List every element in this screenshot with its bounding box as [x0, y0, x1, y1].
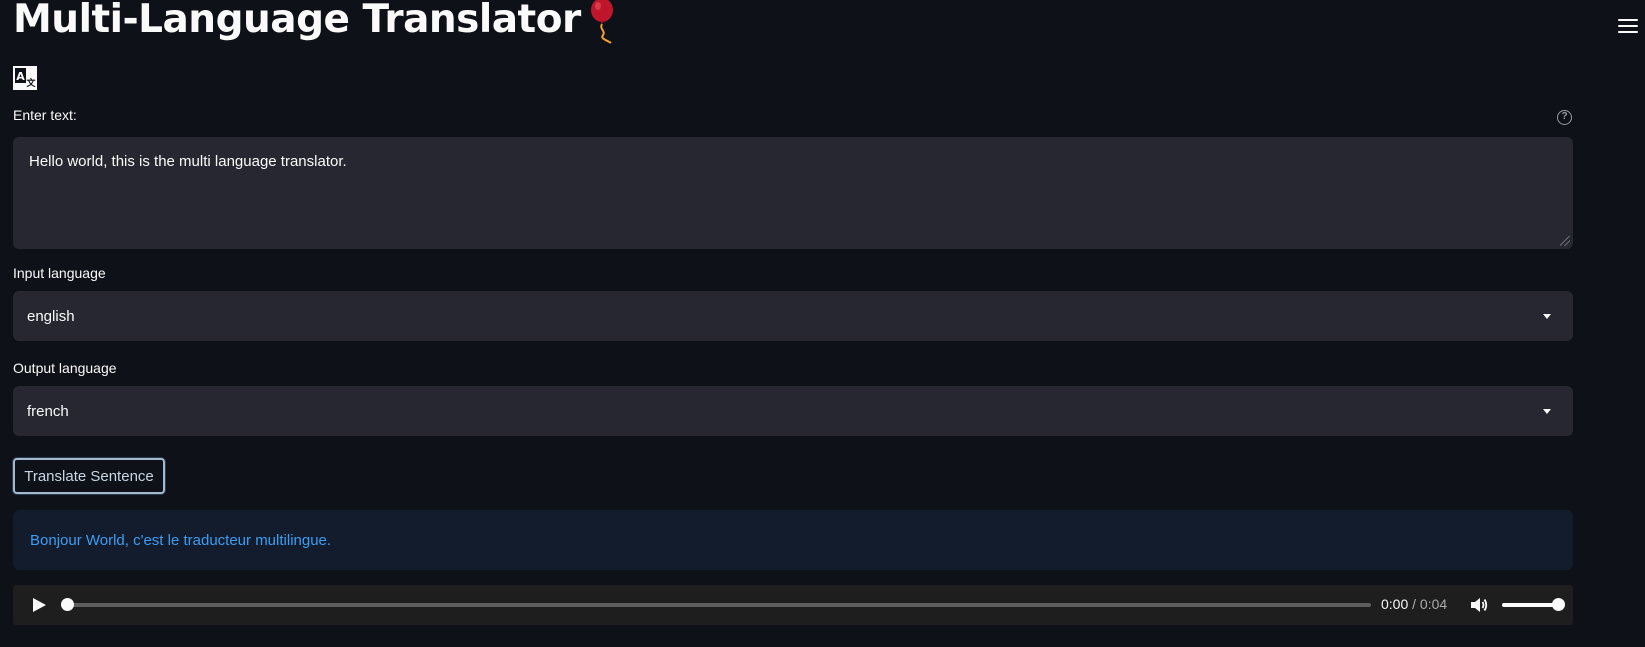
play-icon[interactable] [31, 597, 47, 613]
page-title: Multi-Language Translator [13, 0, 581, 42]
translate-icon: A 文 [13, 66, 37, 90]
volume-slider[interactable] [1502, 598, 1565, 611]
volume-fill [1502, 603, 1558, 607]
output-language-select[interactable]: french [13, 386, 1573, 436]
input-language-value: english [27, 307, 75, 325]
hamburger-menu-icon[interactable] [1618, 19, 1638, 35]
audio-current-time: 0:00 [1381, 596, 1409, 612]
svg-text:A: A [16, 70, 25, 83]
help-circle-icon[interactable]: ? [1557, 110, 1572, 125]
audio-player: 0:00 / 0:04 [13, 585, 1573, 625]
volume-thumb[interactable] [1552, 598, 1565, 611]
audio-time-display: 0:00 / 0:04 [1381, 596, 1447, 612]
audio-progress-thumb[interactable] [61, 598, 74, 611]
translation-result-text: Bonjour World, c'est le traducteur multi… [30, 531, 332, 549]
chevron-down-icon [1543, 408, 1551, 414]
text-input-area[interactable]: Hello world, this is the multi language … [13, 137, 1573, 249]
audio-progress-slider[interactable] [61, 598, 1371, 611]
audio-time-separator: / [1412, 596, 1417, 612]
resize-handle[interactable] [1560, 236, 1570, 246]
app-title-wrap: Multi-Language Translator [13, 0, 621, 45]
translate-sentence-button[interactable]: Translate Sentence [13, 458, 165, 494]
chevron-down-icon [1543, 313, 1551, 319]
output-language-label: Output language [13, 360, 117, 376]
app-page: Multi-Language Translator A 文 Enter text… [0, 0, 1645, 647]
balloon-icon [590, 0, 613, 44]
input-text-label: Enter text: [13, 107, 77, 123]
volume-icon[interactable] [1469, 595, 1489, 615]
text-input-value: Hello world, this is the multi language … [29, 153, 347, 170]
input-language-label: Input language [13, 265, 106, 281]
input-language-select[interactable]: english [13, 291, 1573, 341]
output-language-value: french [27, 402, 69, 420]
audio-duration: 0:04 [1419, 596, 1448, 612]
svg-text:文: 文 [25, 77, 36, 89]
translation-result: Bonjour World, c'est le traducteur multi… [13, 510, 1573, 570]
